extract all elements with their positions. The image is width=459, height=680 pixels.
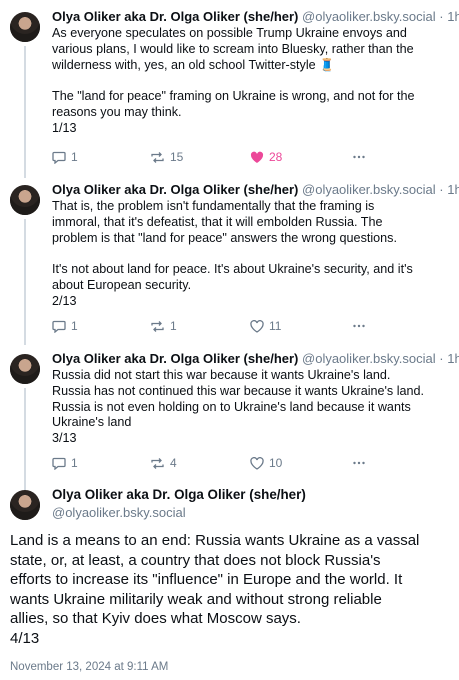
reply-icon [52,457,66,470]
post-line: allies, so that Kyiv does what Moscow sa… [10,610,301,627]
post-line: Land is a means to an end: Russia wants … [10,532,420,549]
separator: · [439,182,444,197]
author-name[interactable]: Olya Oliker aka Dr. Olga Oliker (she/her… [52,486,306,504]
post-text: That is, the problem isn't fundamentally… [52,199,447,310]
author-handle[interactable]: @olyaoliker.bsky.social [52,504,306,522]
post-line: problem is that "land for peace" answers… [52,230,397,245]
reply-button[interactable]: 1 [52,150,78,164]
post-line: Russia did not start this war because it… [52,368,391,382]
author-name[interactable]: Olya Oliker aka Dr. Olga Oliker (she/her… [52,182,298,197]
like-button[interactable]: 28 [250,150,282,164]
post-text: As everyone speculates on possible Trump… [52,26,447,137]
post-line: 3/13 [52,431,77,446]
repost-count: 4 [170,456,177,470]
more-options-button[interactable] [352,456,366,469]
post-header: Olya Oliker aka Dr. Olga Oliker (she/her… [52,181,459,198]
post-line: 2/13 [52,293,77,308]
repost-count: 1 [170,319,177,333]
post-line: about European security. [52,277,192,292]
post-text: Russia did not start this war because it… [52,368,447,447]
reply-count: 1 [71,150,78,164]
repost-icon [150,320,165,333]
avatar[interactable] [10,490,40,520]
post-line: reasons you may think. [52,104,182,119]
reply-count: 1 [71,456,78,470]
thread-line [24,219,26,345]
more-options-button[interactable] [352,319,366,332]
post-age[interactable]: 1h [447,351,459,366]
reply-count: 1 [71,319,78,333]
main-post-text: Land is a means to an end: Russia wants … [10,531,450,648]
like-count: 10 [269,456,283,470]
post-line: 4/13 [10,629,40,647]
post-header: Olya Oliker aka Dr. Olga Oliker (she/her… [52,350,459,367]
post-header: Olya Oliker aka Dr. Olga Oliker (she/her… [52,8,459,25]
more-icon [352,150,366,163]
like-icon [250,456,264,470]
post-line: wants Ukraine militarily weak and withou… [10,590,382,608]
post-line: wilderness with, yes, an old school Twit… [52,57,335,72]
like-count: 11 [269,319,282,333]
author-handle[interactable]: @olyaoliker.bsky.social [302,351,436,366]
post-timestamp[interactable]: November 13, 2024 at 9:11 AM [10,661,168,673]
post-line: The "land for peace" framing on Ukraine … [52,89,415,104]
separator: · [439,351,444,366]
post-actions: 1 15 28 [52,150,447,166]
author-name[interactable]: Olya Oliker aka Dr. Olga Oliker (she/her… [52,9,298,24]
avatar[interactable] [10,185,40,215]
like-icon [250,151,264,164]
post-line: As everyone speculates on possible Trump… [52,26,407,40]
post-line: It's not about land for peace. It's abou… [52,262,413,277]
author-handle[interactable]: @olyaoliker.bsky.social [302,9,436,24]
reply-icon [52,320,66,333]
more-options-button[interactable] [352,150,366,163]
repost-count: 15 [170,150,184,164]
post-line: 1/13 [52,120,77,135]
post-header: Olya Oliker aka Dr. Olga Oliker (she/her… [52,486,306,522]
more-icon [352,319,366,332]
post-line: immoral, that it's defeatist, that it wi… [52,214,383,229]
post-line: Russia has not continued this war becaus… [52,383,425,398]
post-line: Ukraine's land [52,415,132,430]
post-line: various plans, I would like to scream in… [52,41,414,56]
post-line: state, or, at least, a country that does… [10,551,381,569]
post-line: Russia is not even holding on to Ukraine… [52,399,411,414]
avatar[interactable] [10,12,40,42]
reply-button[interactable]: 1 [52,456,78,470]
repost-icon [150,151,165,164]
like-button[interactable]: 11 [250,319,281,333]
post-line: efforts to increase its "influence" in E… [10,571,403,588]
repost-icon [150,457,165,470]
post-age[interactable]: 1h [447,9,459,24]
separator: · [439,9,444,24]
thread-line [24,388,26,498]
reply-button[interactable]: 1 [52,319,78,333]
post-age[interactable]: 1h [447,182,459,197]
like-button[interactable]: 10 [250,456,282,470]
post-line: That is, the problem isn't fundamentally… [52,199,375,213]
avatar[interactable] [10,354,40,384]
more-icon [352,456,366,469]
post-actions: 1 4 10 [52,456,447,472]
like-icon [250,319,264,333]
like-count: 28 [269,150,283,164]
reply-icon [52,151,66,164]
thread-line [24,46,26,178]
author-name[interactable]: Olya Oliker aka Dr. Olga Oliker (she/her… [52,351,298,366]
repost-button[interactable]: 15 [150,150,183,164]
thread: Olya Oliker aka Dr. Olga Oliker (she/her… [0,0,459,680]
repost-button[interactable]: 4 [150,456,177,470]
post-actions: 1 1 11 [52,319,447,335]
repost-button[interactable]: 1 [150,319,177,333]
author-handle[interactable]: @olyaoliker.bsky.social [302,182,436,197]
